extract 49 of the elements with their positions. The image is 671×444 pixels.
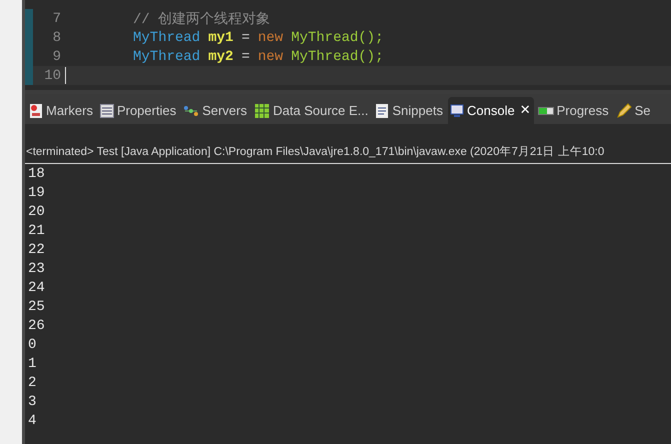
view-tab[interactable]: Progress xyxy=(536,97,612,124)
markers-icon xyxy=(29,102,43,118)
code-token: MyThread(); xyxy=(291,30,384,46)
servers-icon xyxy=(183,104,200,116)
code-token: my2 xyxy=(208,48,234,64)
console-output-line: 21 xyxy=(28,223,45,241)
console-output-line: 18 xyxy=(28,166,45,184)
code-token: new xyxy=(258,30,284,46)
console-output-line: 2 xyxy=(28,375,36,393)
console-output-line: 3 xyxy=(28,394,36,412)
code-token: new xyxy=(258,48,284,64)
console-output-line: 19 xyxy=(28,185,45,203)
close-icon[interactable]: ✕ xyxy=(520,103,531,118)
console-output-line: 23 xyxy=(28,261,45,279)
list-icon xyxy=(100,104,114,118)
console-output-line: 20 xyxy=(28,204,45,222)
console-output-line: 24 xyxy=(28,280,45,298)
document-icon xyxy=(375,102,390,118)
console-output-line: 25 xyxy=(28,299,45,317)
line-number: 7 xyxy=(52,10,61,26)
view-tab[interactable]: Properties xyxy=(98,97,180,124)
view-tab[interactable]: Data Source E... xyxy=(252,97,372,124)
code-token: = xyxy=(241,48,250,64)
monitor-icon xyxy=(450,104,464,118)
view-tab[interactable]: Se xyxy=(614,97,654,124)
line-number: 9 xyxy=(52,48,61,64)
code-token: MyThread xyxy=(133,30,200,46)
line-number: 10 xyxy=(43,68,61,84)
code-token: MyThread(); xyxy=(291,48,384,64)
pencil-icon xyxy=(616,102,632,118)
view-tab[interactable]: Console ✕ xyxy=(448,97,534,124)
code-editor[interactable]: 7 // 创建两个线程对象 8 MyThread my1 = new MyThread(); 9 MyThread my2 = new MyThread(); 10 xyxy=(25,0,671,94)
console-status: <terminated> Test [Java Application] C:\Program Files\Java\jre1.8.0_171\bin\javaw.exe (2020年7月21日 上午10:0 xyxy=(26,144,604,159)
text-cursor xyxy=(65,67,66,84)
console-output-line: 4 xyxy=(28,413,36,431)
view-tab[interactable]: Snippets xyxy=(373,97,446,124)
code-token: MyThread xyxy=(133,48,200,64)
grid-icon xyxy=(254,102,270,118)
console-output-line: 22 xyxy=(28,242,45,260)
progress-bar-icon xyxy=(538,104,554,116)
console-output-line: 0 xyxy=(28,337,36,355)
view-tab[interactable]: Servers xyxy=(181,97,250,124)
code-token: = xyxy=(241,30,250,46)
view-tab[interactable]: Markers xyxy=(27,97,96,124)
code-token: // 创建两个线程对象 xyxy=(133,10,270,28)
code-token: my1 xyxy=(208,30,234,46)
console-output-line: 1 xyxy=(28,356,36,374)
console-output-line: 26 xyxy=(28,318,45,336)
line-number: 8 xyxy=(52,30,61,46)
